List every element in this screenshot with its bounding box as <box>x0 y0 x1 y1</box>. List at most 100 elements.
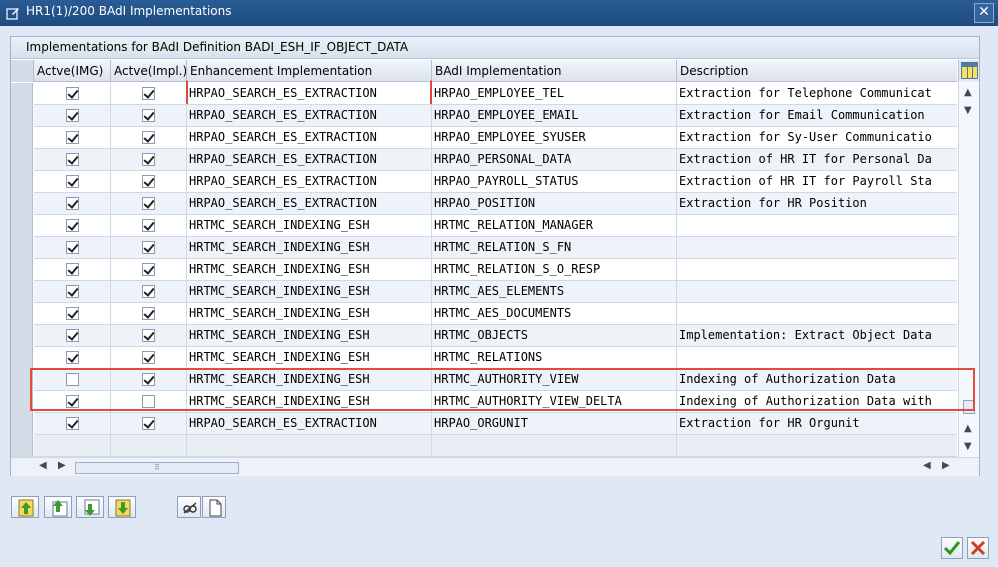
enhancement-implementation-cell[interactable]: HRTMC_SEARCH_INDEXING_ESH <box>187 281 432 303</box>
actve-impl-checkbox[interactable] <box>142 417 155 430</box>
actve-impl-checkbox[interactable] <box>142 395 155 408</box>
move-up-button[interactable] <box>44 496 72 518</box>
table-row[interactable]: HRTMC_SEARCH_INDEXING_ESH HRTMC_RELATION_… <box>11 259 957 281</box>
scroll-up-icon[interactable]: ▲ <box>964 87 972 98</box>
row-selector[interactable] <box>11 259 33 281</box>
cancel-button[interactable] <box>967 537 989 559</box>
row-selector[interactable] <box>11 435 33 457</box>
enhancement-implementation-cell[interactable]: HRPAO_SEARCH_ES_EXTRACTION <box>187 127 432 149</box>
row-selector[interactable] <box>11 413 33 435</box>
table-row[interactable]: HRTMC_SEARCH_INDEXING_ESH HRTMC_RELATION_… <box>11 237 957 259</box>
confirm-button[interactable] <box>941 537 963 559</box>
table-row[interactable]: HRPAO_SEARCH_ES_EXTRACTION HRPAO_PAYROLL_… <box>11 171 957 193</box>
display-change-button[interactable] <box>177 496 201 518</box>
table-row[interactable]: HRTMC_SEARCH_INDEXING_ESH HRTMC_OBJECTS Im… <box>11 325 957 347</box>
column-header-enhancement-implementation[interactable]: Enhancement Implementation <box>187 60 432 82</box>
new-document-button[interactable] <box>202 496 226 518</box>
badi-implementation-cell[interactable]: HRTMC_RELATIONS <box>432 347 677 369</box>
enhancement-implementation-cell[interactable]: HRTMC_SEARCH_INDEXING_ESH <box>187 325 432 347</box>
enhancement-implementation-cell[interactable]: HRPAO_SEARCH_ES_EXTRACTION <box>187 171 432 193</box>
actve-img-checkbox[interactable] <box>65 109 79 122</box>
description-cell[interactable]: Extraction for Sy-User Communicatio <box>677 127 957 149</box>
actve-img-checkbox[interactable] <box>65 329 79 342</box>
enhancement-implementation-cell[interactable]: HRTMC_SEARCH_INDEXING_ESH <box>187 391 432 413</box>
column-header-actve-img[interactable]: Actve(IMG) <box>34 60 111 82</box>
table-row[interactable]: HRPAO_SEARCH_ES_EXTRACTION HRPAO_POSITION… <box>11 193 957 215</box>
table-row[interactable]: HRTMC_SEARCH_INDEXING_ESH HRTMC_AUTHORITY… <box>11 391 957 413</box>
actve-img-checkbox[interactable] <box>65 307 79 320</box>
badi-implementation-cell[interactable]: HRTMC_AES_ELEMENTS <box>432 281 677 303</box>
row-selector[interactable] <box>11 215 33 237</box>
actve-img-checkbox[interactable] <box>65 373 79 386</box>
description-cell[interactable] <box>677 281 957 303</box>
row-selector[interactable] <box>11 369 33 391</box>
enhancement-implementation-cell[interactable]: HRTMC_SEARCH_INDEXING_ESH <box>187 369 432 391</box>
badi-implementation-cell[interactable] <box>432 435 677 457</box>
description-cell[interactable]: Extraction for HR Orgunit <box>677 413 957 435</box>
select-all-cell[interactable] <box>11 60 34 82</box>
description-cell[interactable] <box>677 347 957 369</box>
horizontal-scrollbar[interactable]: ◀ ▶ ⠿ ◀ ▶ <box>11 457 979 476</box>
enhancement-implementation-cell[interactable]: HRPAO_SEARCH_ES_EXTRACTION <box>187 105 432 127</box>
actve-impl-checkbox[interactable] <box>142 219 155 232</box>
badi-implementation-cell[interactable]: HRPAO_EMPLOYEE_TEL <box>432 83 677 105</box>
row-selector[interactable] <box>11 149 33 171</box>
actve-impl-checkbox[interactable] <box>142 131 155 144</box>
badi-implementation-cell[interactable]: HRPAO_EMPLOYEE_SYUSER <box>432 127 677 149</box>
description-cell[interactable]: Extraction of HR IT for Payroll Sta <box>677 171 957 193</box>
description-cell[interactable] <box>677 237 957 259</box>
scroll-right-end-icon[interactable]: ▶ <box>942 460 950 471</box>
description-cell[interactable] <box>677 435 957 457</box>
table-row[interactable]: HRTMC_SEARCH_INDEXING_ESH HRTMC_RELATIONS <box>11 347 957 369</box>
vertical-scrollbar[interactable]: ▲ ▼ ▲ ▼ <box>958 83 979 457</box>
row-selector[interactable] <box>11 171 33 193</box>
scroll-right-icon[interactable]: ▶ <box>58 460 66 471</box>
actve-img-checkbox[interactable] <box>65 263 79 276</box>
row-selector[interactable] <box>11 193 33 215</box>
table-row[interactable]: HRTMC_SEARCH_INDEXING_ESH HRTMC_RELATION_… <box>11 215 957 237</box>
enhancement-implementation-cell[interactable]: HRPAO_SEARCH_ES_EXTRACTION <box>187 193 432 215</box>
description-cell[interactable]: Indexing of Authorization Data with <box>677 391 957 413</box>
row-selector[interactable] <box>11 237 33 259</box>
actve-impl-checkbox[interactable] <box>142 329 155 342</box>
description-cell[interactable]: Implementation: Extract Object Data <box>677 325 957 347</box>
actve-impl-checkbox[interactable] <box>142 153 155 166</box>
actve-img-checkbox[interactable] <box>65 285 79 298</box>
scroll-thumb[interactable] <box>963 400 975 414</box>
actve-img-checkbox[interactable] <box>65 87 79 100</box>
row-selector[interactable] <box>11 83 33 105</box>
move-top-button[interactable] <box>11 496 39 518</box>
badi-implementation-cell[interactable]: HRPAO_PAYROLL_STATUS <box>432 171 677 193</box>
actve-impl-checkbox[interactable] <box>142 285 155 298</box>
actve-impl-checkbox[interactable] <box>142 109 155 122</box>
badi-implementation-cell[interactable]: HRPAO_PERSONAL_DATA <box>432 149 677 171</box>
enhancement-implementation-cell[interactable]: HRPAO_SEARCH_ES_EXTRACTION <box>187 413 432 435</box>
row-selector[interactable] <box>11 303 33 325</box>
actve-impl-checkbox[interactable] <box>142 175 155 188</box>
actve-img-checkbox[interactable] <box>65 417 79 430</box>
table-row[interactable]: HRPAO_SEARCH_ES_EXTRACTION HRPAO_EMPLOYEE… <box>11 105 957 127</box>
table-row[interactable]: HRPAO_SEARCH_ES_EXTRACTION HRPAO_EMPLOYEE… <box>11 127 957 149</box>
description-cell[interactable]: Extraction for Telephone Communicat <box>677 83 957 105</box>
description-cell[interactable]: Extraction for HR Position <box>677 193 957 215</box>
description-cell[interactable]: Extraction of HR IT for Personal Da <box>677 149 957 171</box>
actve-impl-checkbox[interactable] <box>142 351 155 364</box>
badi-implementation-cell[interactable]: HRTMC_AUTHORITY_VIEW <box>432 369 677 391</box>
badi-implementation-cell[interactable]: HRTMC_RELATION_S_FN <box>432 237 677 259</box>
enhancement-implementation-cell[interactable] <box>187 435 432 457</box>
badi-implementation-cell[interactable]: HRTMC_AES_DOCUMENTS <box>432 303 677 325</box>
description-cell[interactable]: Extraction for Email Communication <box>677 105 957 127</box>
row-selector[interactable] <box>11 127 33 149</box>
actve-impl-checkbox[interactable] <box>142 373 155 386</box>
actve-impl-checkbox[interactable] <box>142 263 155 276</box>
close-button[interactable]: ✕ <box>974 3 994 23</box>
badi-implementation-cell[interactable]: HRPAO_POSITION <box>432 193 677 215</box>
scroll-up-bottom-icon[interactable]: ▲ <box>964 423 972 434</box>
badi-implementation-cell[interactable]: HRTMC_OBJECTS <box>432 325 677 347</box>
column-header-description[interactable]: Description <box>677 60 957 82</box>
actve-img-checkbox[interactable] <box>65 197 79 210</box>
move-bottom-button[interactable] <box>108 496 136 518</box>
column-header-actve-impl[interactable]: Actve(Impl.) <box>111 60 187 82</box>
actve-img-checkbox[interactable] <box>65 395 79 408</box>
table-row[interactable]: HRTMC_SEARCH_INDEXING_ESH HRTMC_AES_DOCUM… <box>11 303 957 325</box>
